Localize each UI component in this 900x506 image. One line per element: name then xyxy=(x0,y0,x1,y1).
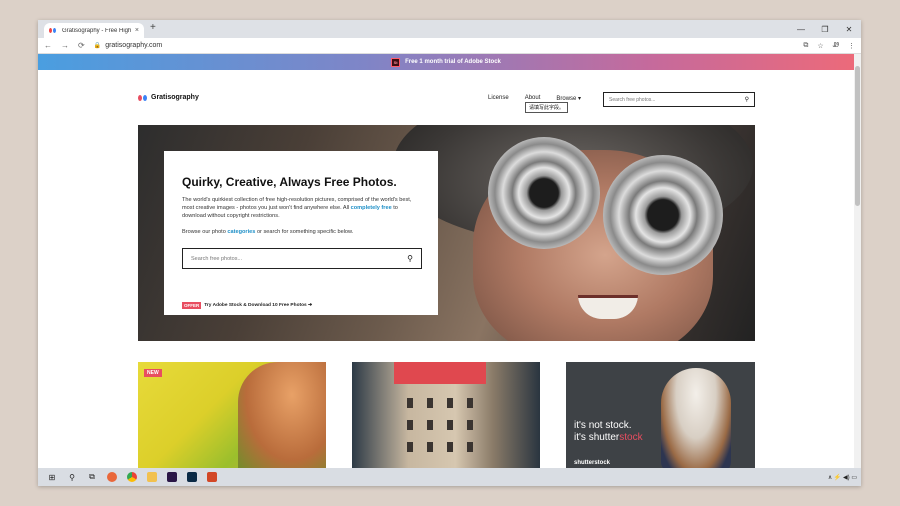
promo-banner[interactable]: St Free 1 month trial of Adobe Stock xyxy=(38,54,854,70)
tab-close-icon[interactable]: × xyxy=(135,27,139,34)
ad-line-2a: it's shutter xyxy=(574,432,620,443)
offer-badge: OFFER xyxy=(182,302,202,309)
task-view-icon[interactable]: ⧉ xyxy=(82,468,102,486)
chrome-icon[interactable] xyxy=(122,468,142,486)
nav-about[interactable]: About xyxy=(525,95,541,102)
browse-a: Browse our photo xyxy=(182,229,228,235)
forward-button[interactable]: → xyxy=(61,41,69,50)
building-window xyxy=(427,420,433,430)
main-nav: License About Browse ▾ xyxy=(488,95,581,102)
logo-text: Gratisography xyxy=(151,94,199,101)
app-search-icon[interactable] xyxy=(102,468,122,486)
hero-photo-goggle-right xyxy=(603,155,723,275)
lock-icon: 🔒 xyxy=(93,43,102,49)
logo-icon xyxy=(138,94,147,101)
new-badge: NEW xyxy=(144,369,162,377)
hero-title: Quirky, Creative, Always Free Photos. xyxy=(182,175,397,189)
hero-browse-text: Browse our photo categories or search fo… xyxy=(182,228,420,236)
building-window xyxy=(447,420,453,430)
bookmark-star-icon[interactable]: ☆ xyxy=(817,42,823,50)
search-icon[interactable]: ⚲ xyxy=(62,468,82,486)
url-text: gratisography.com xyxy=(105,42,163,49)
building-window xyxy=(427,398,433,408)
search-icon[interactable]: ⚲ xyxy=(407,254,413,263)
ad-line-2: it's shutterstock xyxy=(574,432,643,443)
tab-strip: Gratisography - Free High-Res × + — ❐ ✕ xyxy=(38,20,861,38)
header-search-input[interactable]: Search free photos... ⚲ xyxy=(603,92,755,107)
translate-icon[interactable]: ⧉ xyxy=(803,42,808,50)
building-window xyxy=(467,442,473,452)
building-window xyxy=(407,398,413,408)
toolbar-icons: ⧉ ☆ Ꮺ ⋮ xyxy=(803,42,855,50)
ad-line-2b: stock xyxy=(619,432,643,443)
file-explorer-icon[interactable] xyxy=(142,468,162,486)
browse-b: or search for something specific below. xyxy=(255,229,354,235)
back-button[interactable]: ← xyxy=(44,41,52,50)
system-tray[interactable]: ∧ ⚡ ◀) ▭ xyxy=(828,474,857,481)
hero-search-input[interactable]: Search free photos... ⚲ xyxy=(182,248,422,269)
premiere-icon[interactable] xyxy=(162,468,182,486)
hero-photo-goggle-left xyxy=(488,137,600,249)
gratisography-favicon-icon xyxy=(49,28,58,33)
dog-image xyxy=(661,368,731,468)
building-window xyxy=(467,398,473,408)
scrollbar-thumb[interactable] xyxy=(855,66,860,206)
toy-figure-image xyxy=(238,362,326,468)
powerpoint-icon[interactable] xyxy=(202,468,222,486)
ad-brand: shutterstock xyxy=(574,460,611,466)
new-tab-button[interactable]: + xyxy=(150,22,156,33)
completely-free-link[interactable]: completely free xyxy=(351,205,392,211)
nav-browse[interactable]: Browse ▾ xyxy=(556,95,581,102)
building-window xyxy=(447,398,453,408)
offer-text: Try Adobe Stock & Download 10 Free Photo… xyxy=(204,303,313,308)
minimize-button[interactable]: — xyxy=(789,20,813,38)
close-button[interactable]: ✕ xyxy=(837,20,861,38)
maximize-button[interactable]: ❐ xyxy=(813,20,837,38)
site-header: Gratisography License About Browse ▾ Sea… xyxy=(138,92,755,108)
window-controls: — ❐ ✕ xyxy=(789,20,861,38)
web-page: St Free 1 month trial of Adobe Stock Gra… xyxy=(38,54,854,468)
offer-link[interactable]: OFFER Try Adobe Stock & Download 10 Free… xyxy=(182,302,312,309)
photoshop-icon[interactable] xyxy=(182,468,202,486)
search-icon[interactable]: ⚲ xyxy=(745,96,749,103)
page-scrollbar[interactable] xyxy=(854,54,861,468)
menu-icon[interactable]: ⋮ xyxy=(848,42,855,50)
shutterstock-ad[interactable]: it's not stock. it's shutterstock shutte… xyxy=(566,362,755,468)
building-red-overlay xyxy=(394,362,486,384)
building-window xyxy=(447,442,453,452)
browser-tab[interactable]: Gratisography - Free High-Res × xyxy=(44,23,144,38)
building-window xyxy=(407,420,413,430)
hero-description: The world's quirkiest collection of free… xyxy=(182,196,420,220)
address-bar: ← → ⟳ 🔒 gratisography.com ⧉ ☆ Ꮺ ⋮ xyxy=(38,38,861,54)
url-field[interactable]: 🔒 gratisography.com xyxy=(94,42,163,49)
taskbar: ⊞ ⚲ ⧉ ∧ ⚡ ◀) ▭ xyxy=(38,468,861,486)
extension-icon[interactable]: Ꮺ xyxy=(833,42,839,50)
categories-link[interactable]: categories xyxy=(227,229,255,235)
photo-card-building[interactable] xyxy=(352,362,540,468)
photo-card-toy[interactable]: NEW xyxy=(138,362,326,468)
tab-title: Gratisography - Free High-Res xyxy=(62,27,131,34)
building-window xyxy=(467,420,473,430)
start-icon[interactable]: ⊞ xyxy=(42,468,62,486)
site-logo[interactable]: Gratisography xyxy=(138,94,199,101)
reload-button[interactable]: ⟳ xyxy=(78,41,85,50)
nav-license[interactable]: License xyxy=(488,95,509,102)
hero-search-placeholder: Search free photos... xyxy=(191,255,243,262)
browser-window: Gratisography - Free High-Res × + — ❐ ✕ … xyxy=(38,20,861,486)
hero-section: Quirky, Creative, Always Free Photos. Th… xyxy=(138,125,755,341)
photo-grid: NEW it's not stock. it's shutterstock sh… xyxy=(138,362,755,468)
building-window xyxy=(427,442,433,452)
adobe-stock-icon: St xyxy=(391,57,401,67)
building-window xyxy=(407,442,413,452)
validation-tooltip: 请填写此字段。 xyxy=(525,102,569,113)
header-search-placeholder: Search free photos... xyxy=(609,96,656,103)
hero-card: Quirky, Creative, Always Free Photos. Th… xyxy=(164,151,438,315)
ad-line-1: it's not stock. xyxy=(574,420,632,431)
promo-text: Free 1 month trial of Adobe Stock xyxy=(405,59,501,65)
